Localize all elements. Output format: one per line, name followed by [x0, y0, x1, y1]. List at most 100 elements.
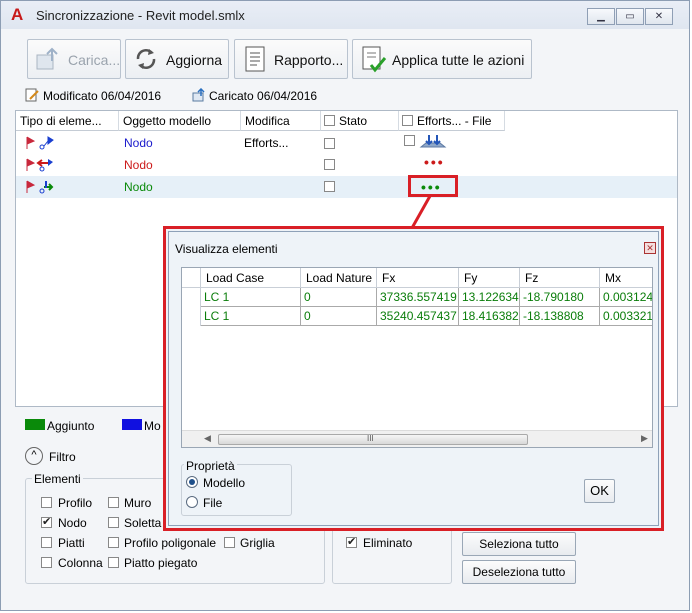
- filter-profile-label: Profilo: [58, 496, 93, 510]
- row-object: Nodo: [124, 136, 153, 150]
- cell-fx[interactable]: 37336.557419: [377, 288, 459, 307]
- col-header-efforts-file[interactable]: Efforts... - File: [399, 111, 505, 131]
- table-row[interactable]: Nodo •••: [16, 154, 677, 176]
- select-all-button[interactable]: Seleziona tutto: [462, 532, 576, 556]
- cell-mx[interactable]: 0.003321: [600, 307, 652, 326]
- col-header-mx[interactable]: Mx: [600, 268, 652, 288]
- cell-mx[interactable]: 0.003124: [600, 288, 652, 307]
- efforts-header-checkbox[interactable]: [402, 115, 413, 126]
- row-status-checkbox[interactable]: [324, 138, 335, 149]
- table-row[interactable]: Nodo Efforts...: [16, 132, 677, 154]
- filter-wall-checkbox[interactable]: [108, 497, 119, 508]
- load-label: Carica...: [68, 52, 121, 68]
- col-header-object[interactable]: Oggetto modello: [119, 111, 241, 131]
- scroll-left-icon[interactable]: ◀: [204, 433, 211, 444]
- filter-wall-label: Muro: [124, 496, 152, 510]
- col-header-fy[interactable]: Fy: [459, 268, 520, 288]
- cell-load-nature[interactable]: 0: [301, 307, 377, 326]
- refresh-button[interactable]: Aggiorna: [125, 39, 229, 79]
- col-header-fx[interactable]: Fx: [377, 268, 459, 288]
- elements-group-title: Elementi: [32, 472, 83, 486]
- upload-icon: [34, 45, 62, 73]
- scroll-thumb[interactable]: III: [218, 434, 528, 445]
- collapse-filter-icon[interactable]: ^: [25, 447, 43, 465]
- filter-polygon-profile-checkbox[interactable]: [108, 537, 119, 548]
- loaded-date: Caricato 06/04/2016: [209, 89, 318, 103]
- minimize-button[interactable]: ▁: [587, 8, 615, 25]
- view-elements-dialog-highlight: Visualizza elementi ✕ Load Case Load Nat…: [163, 226, 664, 531]
- close-button[interactable]: ✕: [645, 8, 673, 25]
- legend-added-swatch: [25, 419, 45, 430]
- radio-model[interactable]: [186, 476, 198, 488]
- property-group-title: Proprietà: [184, 459, 237, 473]
- refresh-label: Aggiorna: [166, 52, 223, 68]
- filter-deleted-label: Eliminato: [363, 536, 413, 550]
- efforts-header-label: Efforts... - File: [417, 114, 492, 128]
- row-efforts-checkbox[interactable]: [404, 135, 415, 146]
- ok-button[interactable]: OK: [584, 479, 615, 503]
- row-efforts-ellipsis[interactable]: •••: [424, 154, 445, 170]
- row-modification: Efforts...: [244, 136, 289, 150]
- filter-slab-label: Soletta: [124, 516, 162, 530]
- cell-fx[interactable]: 35240.457437: [377, 307, 459, 326]
- cell-load-nature[interactable]: 0: [301, 288, 377, 307]
- radio-file-label: File: [203, 496, 223, 510]
- scroll-right-icon[interactable]: ▶: [641, 433, 648, 444]
- dialog-close-button[interactable]: ✕: [644, 242, 656, 254]
- table-row[interactable]: Nodo: [16, 176, 677, 198]
- col-header-load-case[interactable]: Load Case: [201, 268, 301, 288]
- col-header-modification[interactable]: Modifica: [241, 111, 321, 131]
- apply-all-label: Applica tutte le azioni: [392, 52, 525, 68]
- cell-fz[interactable]: -18.790180: [520, 288, 600, 307]
- filter-bent-plate-label: Piatto piegato: [124, 556, 198, 570]
- row-object: Nodo: [124, 180, 153, 194]
- deselect-all-button[interactable]: Deseleziona tutto: [462, 560, 576, 584]
- col-header-status[interactable]: Stato: [321, 111, 399, 131]
- legend-modified-swatch: [122, 419, 142, 430]
- report-label: Rapporto...: [274, 52, 344, 68]
- filter-polygon-profile-label: Profilo poligonale: [124, 536, 217, 550]
- filter-title: Filtro: [49, 450, 76, 464]
- filter-profile-checkbox[interactable]: [41, 497, 52, 508]
- filter-column-checkbox[interactable]: [41, 557, 52, 568]
- col-header-load-nature[interactable]: Load Nature: [301, 268, 377, 288]
- upload-small-icon: [192, 87, 206, 102]
- col-header-fz[interactable]: Fz: [520, 268, 600, 288]
- row-header-strip: [182, 288, 201, 326]
- edit-document-icon: [25, 88, 39, 102]
- efforts-table: Load Case Load Nature Fx Fy Fz Mx LC 1 0…: [181, 267, 653, 448]
- filter-plates-checkbox[interactable]: [41, 537, 52, 548]
- dialog-title: Visualizza elementi: [175, 242, 278, 256]
- cell-fy[interactable]: 18.416382: [459, 307, 520, 326]
- filter-grid-checkbox[interactable]: [224, 537, 235, 548]
- filter-column-label: Colonna: [58, 556, 103, 570]
- filter-node-checkbox[interactable]: [41, 515, 52, 528]
- legend-added-label: Aggiunto: [47, 419, 95, 433]
- row-header-corner: [182, 268, 201, 288]
- col-header-type[interactable]: Tipo di eleme...: [16, 111, 119, 131]
- filter-grid-label: Griglia: [240, 536, 275, 550]
- cell-fz[interactable]: -18.138808: [520, 307, 600, 326]
- window-title: Sincronizzazione - Revit model.smlx: [36, 8, 245, 23]
- radio-file[interactable]: [186, 496, 198, 508]
- filter-slab-checkbox[interactable]: [108, 517, 119, 528]
- cell-load-case[interactable]: LC 1: [201, 288, 301, 307]
- filter-deleted-checkbox[interactable]: [346, 535, 357, 548]
- row-efforts-ellipsis: •••: [421, 179, 442, 195]
- filter-bent-plate-checkbox[interactable]: [108, 557, 119, 568]
- cell-fy[interactable]: 13.122634: [459, 288, 520, 307]
- status-header-checkbox[interactable]: [324, 115, 335, 126]
- cell-load-case[interactable]: LC 1: [201, 307, 301, 326]
- maximize-button[interactable]: ▭: [616, 8, 644, 25]
- row-object: Nodo: [124, 158, 153, 172]
- import-efforts-icon[interactable]: [418, 133, 448, 151]
- row-status-checkbox[interactable]: [324, 181, 335, 192]
- row-status-checkbox[interactable]: [324, 159, 335, 170]
- load-button[interactable]: Carica...: [27, 39, 121, 79]
- horizontal-scrollbar[interactable]: ◀ III ▶: [182, 430, 652, 447]
- apply-all-button[interactable]: Applica tutte le azioni: [352, 39, 532, 79]
- status-header-label: Stato: [339, 114, 368, 128]
- filter-plates-label: Piatti: [58, 536, 85, 550]
- report-button[interactable]: Rapporto...: [234, 39, 348, 79]
- filter-node-label: Nodo: [58, 516, 87, 530]
